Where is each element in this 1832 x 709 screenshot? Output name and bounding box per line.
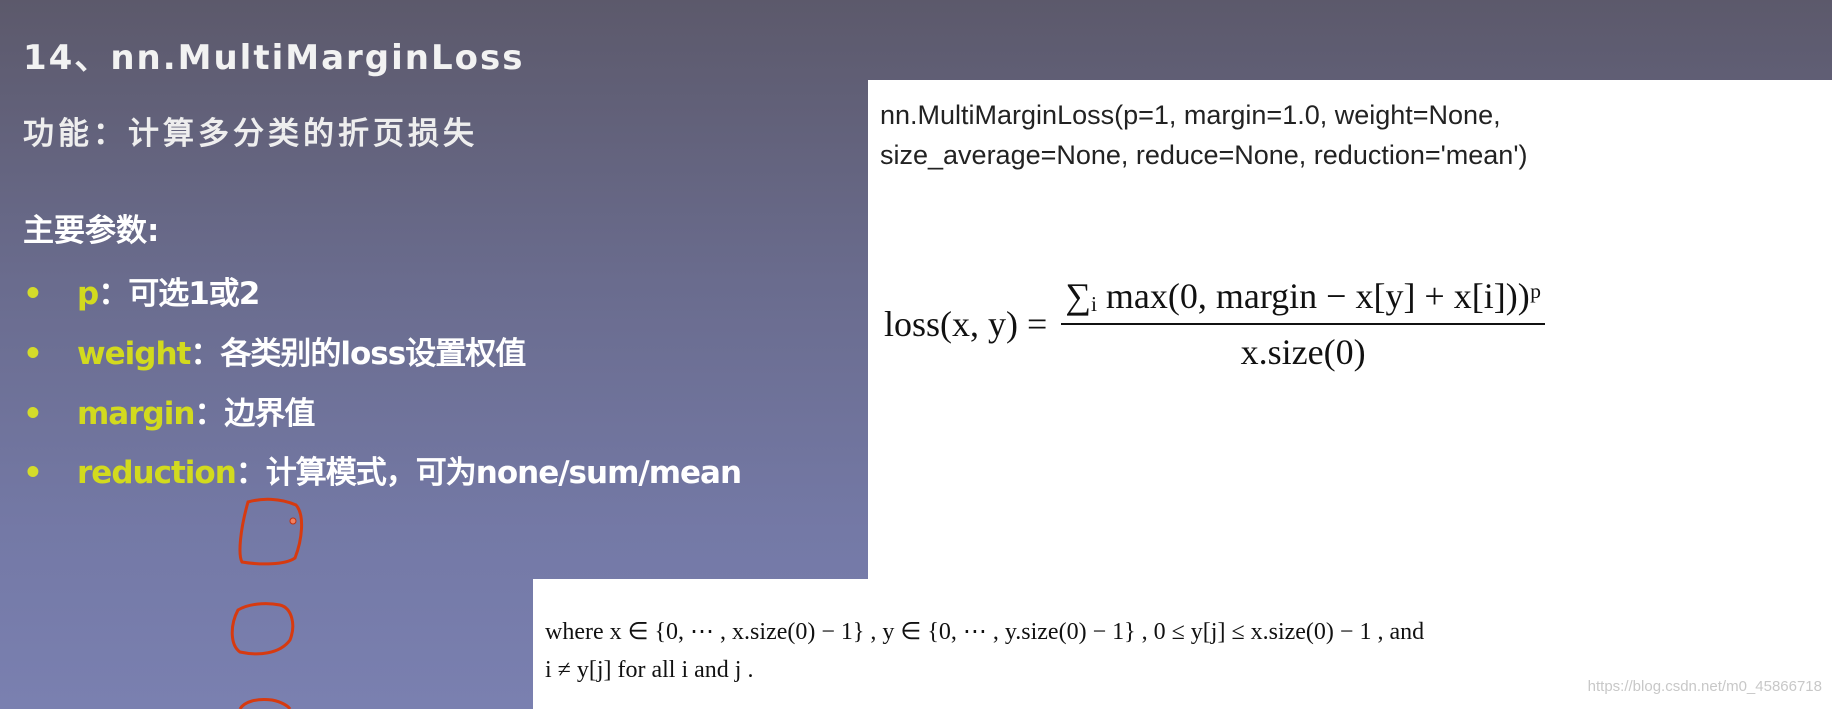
watermark: https://blog.csdn.net/m0_45866718	[1587, 678, 1822, 695]
doc-condition-panel: where x ∈ {0, ⋯ , x.size(0) − 1} , y ∈ {…	[533, 579, 1832, 709]
annotation-circle	[230, 602, 295, 656]
pen-cursor-dot	[289, 517, 297, 525]
signature-line: nn.MultiMarginLoss(p=1, margin=1.0, weig…	[880, 100, 1501, 130]
condition-line: i ≠ y[j] for all i and j .	[545, 657, 754, 683]
annotation-circle	[238, 497, 303, 566]
formula-lhs: loss(x, y) =	[884, 304, 1048, 344]
formula-denominator: x.size(0)	[1240, 332, 1366, 372]
loss-formula: loss(x, y) = ∑ᵢ max(0, margin − x[y] + x…	[884, 275, 1545, 373]
condition-line: where x ∈ {0, ⋯ , x.size(0) − 1} , y ∈ {…	[545, 619, 1425, 645]
annotation-circle	[238, 698, 292, 709]
doc-signature-panel: nn.MultiMarginLoss(p=1, margin=1.0, weig…	[868, 80, 1832, 580]
formula-numerator: ∑ᵢ max(0, margin − x[y] + x[i]))ᵖ	[1061, 275, 1545, 325]
signature-line: size_average=None, reduce=None, reductio…	[880, 140, 1528, 170]
